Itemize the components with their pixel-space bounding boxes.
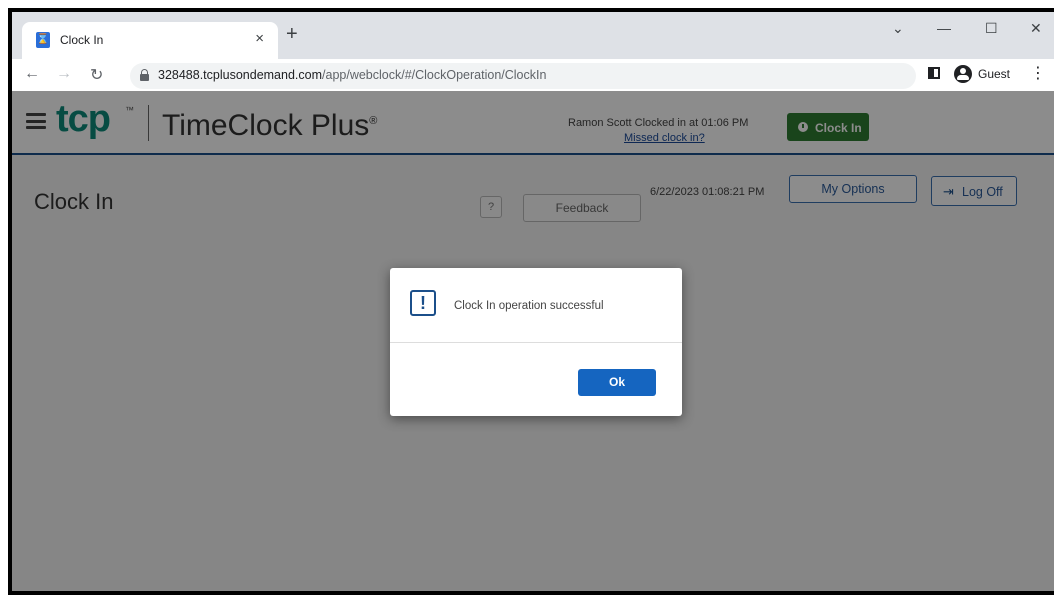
url-domain: 328488.tcplusondemand.com xyxy=(158,68,323,82)
ok-button[interactable]: Ok xyxy=(578,369,656,396)
url-path: /app/webclock/#/ClockOperation/ClockIn xyxy=(322,68,547,82)
side-panel-icon[interactable] xyxy=(928,67,940,79)
forward-arrow-icon[interactable]: → xyxy=(56,65,72,83)
browser-tab[interactable]: ⌛ Clock In × xyxy=(22,22,278,59)
dialog-divider xyxy=(390,342,682,343)
close-window-icon[interactable]: ✕ xyxy=(1030,20,1042,37)
success-dialog: ! Clock In operation successful Ok xyxy=(390,268,682,416)
tab-search-chevron-icon[interactable]: ⌄ xyxy=(892,20,904,37)
profile-avatar-icon[interactable] xyxy=(954,65,972,83)
minimize-icon[interactable]: — xyxy=(937,20,951,36)
exclamation-icon: ! xyxy=(410,290,436,316)
browser-menu-icon[interactable]: ⋮ xyxy=(1030,63,1046,83)
tcp-favicon-icon: ⌛ xyxy=(36,32,50,48)
browser-toolbar: ← → ↻ 328488.tcplusondemand.com/app/webc… xyxy=(12,59,1054,91)
browser-tabstrip: ⌛ Clock In × + ⌄ — ☐ ✕ xyxy=(12,12,1054,59)
tab-close-icon[interactable]: × xyxy=(255,30,264,47)
new-tab-button[interactable]: + xyxy=(286,24,298,44)
tab-title: Clock In xyxy=(60,33,104,47)
reload-icon[interactable]: ↻ xyxy=(90,65,103,85)
url-text[interactable]: 328488.tcplusondemand.com/app/webclock/#… xyxy=(158,68,546,82)
profile-label[interactable]: Guest xyxy=(978,67,1010,81)
lock-icon[interactable] xyxy=(140,69,149,81)
dialog-message: Clock In operation successful xyxy=(454,300,604,312)
maximize-icon[interactable]: ☐ xyxy=(985,20,998,37)
back-arrow-icon[interactable]: ← xyxy=(24,65,40,83)
address-bar[interactable]: 328488.tcplusondemand.com/app/webclock/#… xyxy=(130,63,916,89)
